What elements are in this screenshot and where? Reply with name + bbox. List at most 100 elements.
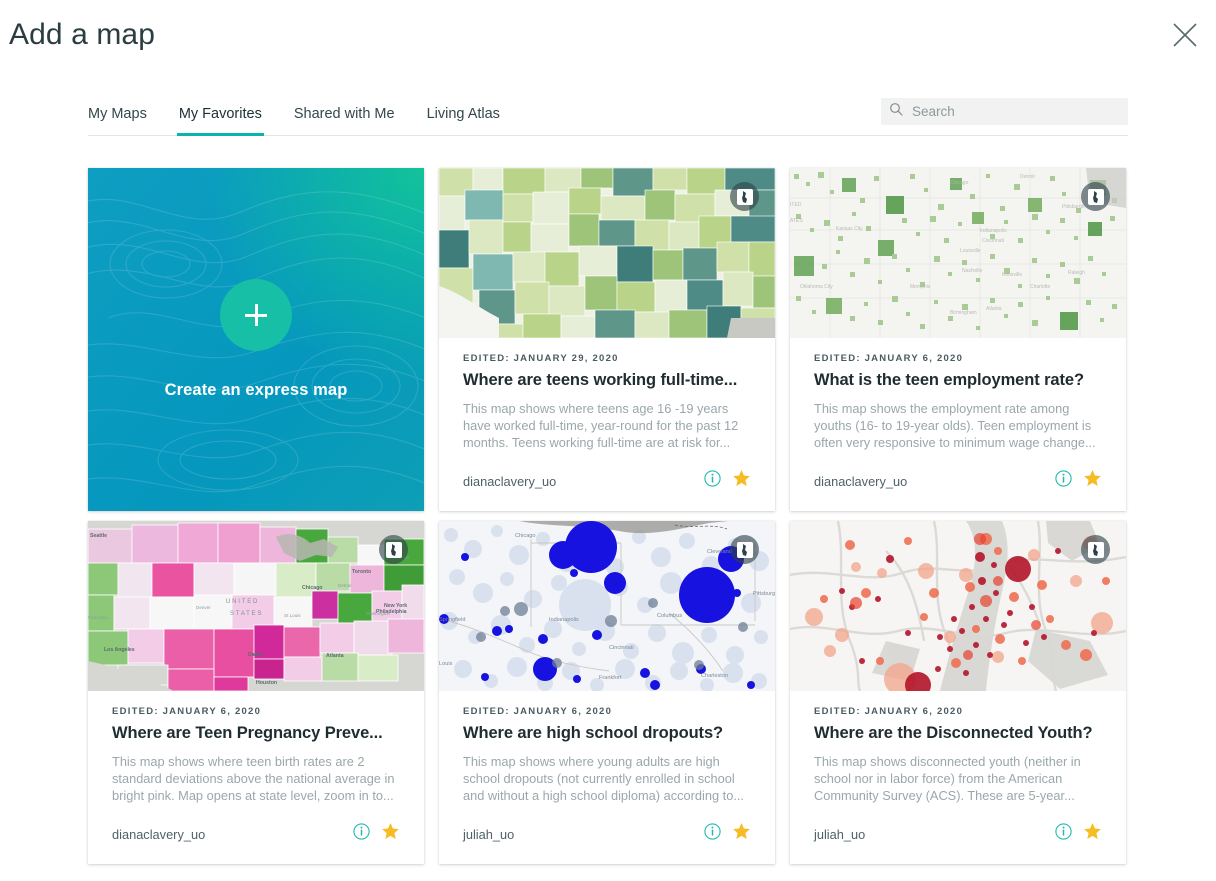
close-icon — [1168, 18, 1202, 52]
svg-text:Louisville: Louisville — [960, 248, 981, 254]
close-button[interactable] — [1168, 18, 1202, 52]
map-card[interactable]: Chicago Cleveland Indianapolis Columbus Ci… — [439, 521, 775, 864]
tab-living-atlas[interactable]: Living Atlas — [427, 106, 500, 135]
svg-text:Raleigh: Raleigh — [1068, 270, 1085, 276]
svg-text:Birmingham: Birmingham — [950, 310, 977, 316]
map-card-body: EDITED: JANUARY 6, 2020 Where are high s… — [439, 691, 775, 864]
svg-text:Denver: Denver — [196, 605, 211, 610]
map-card-grid: Create an express map EDITED: JANUARY 29… — [88, 168, 1126, 864]
card-footer: dianaclavery_uo — [814, 469, 1102, 511]
map-card[interactable]: EDITED: JANUARY 6, 2020 Where are the Di… — [790, 521, 1126, 864]
card-title: Where are the Disconnected Youth? — [814, 724, 1093, 742]
card-title: Where are Teen Pregnancy Preve... — [112, 724, 383, 742]
svg-text:Washington: Washington — [366, 611, 391, 616]
map-thumbnail[interactable] — [439, 168, 775, 338]
card-description: This map shows where teens age 16 -19 ye… — [463, 401, 739, 450]
info-icon[interactable] — [704, 823, 721, 845]
map-thumbnail[interactable]: Seattle Toronto Chicago New York Philade… — [88, 521, 424, 691]
svg-text:Cleveland: Cleveland — [707, 549, 732, 555]
thumbnail-map-blue-bubbles: Chicago Cleveland Indianapolis Columbus Ci… — [439, 521, 775, 691]
thumbnail-map-red-dots — [790, 521, 1126, 691]
card-owner: dianaclavery_uo — [112, 826, 206, 842]
card-title: What is the teen employment rate? — [814, 371, 1084, 389]
favorite-star-icon[interactable] — [732, 469, 751, 493]
card-edited-date: EDITED: JANUARY 6, 2020 — [814, 706, 964, 717]
create-express-map-card[interactable]: Create an express map — [88, 168, 424, 511]
card-edited-date: EDITED: JANUARY 6, 2020 — [112, 706, 262, 717]
plus-icon — [220, 279, 292, 351]
card-owner: dianaclavery_uo — [814, 473, 908, 489]
map-thumbnail[interactable]: Chicago Cleveland Indianapolis Columbus Ci… — [439, 521, 775, 691]
svg-text:Houston: Houston — [256, 680, 277, 686]
map-area-icon — [385, 541, 402, 558]
info-icon[interactable] — [1055, 470, 1072, 492]
info-icon[interactable] — [353, 823, 370, 845]
tab-shared-with-me[interactable]: Shared with Me — [294, 106, 395, 135]
map-card[interactable]: EDITED: JANUARY 29, 2020 Where are teens… — [439, 168, 775, 511]
map-type-badge — [1081, 535, 1110, 564]
svg-text:Knoxville: Knoxville — [1002, 272, 1022, 278]
map-type-badge — [730, 182, 759, 211]
svg-text:Indianapolis: Indianapolis — [549, 617, 579, 623]
thumbnail-map-green-choropleth — [439, 168, 775, 338]
svg-text:Toronto: Toronto — [352, 569, 371, 575]
map-area-icon — [736, 541, 753, 558]
favorite-star-icon[interactable] — [381, 822, 400, 846]
card-title: Where are high school dropouts? — [463, 724, 723, 742]
favorite-star-icon[interactable] — [1083, 822, 1102, 846]
map-thumbnail[interactable]: Chicago Detroit Pittsburgh Indianapolis Ci… — [790, 168, 1126, 338]
card-owner: dianaclavery_uo — [463, 473, 557, 489]
card-actions — [704, 469, 751, 493]
tab-my-favorites[interactable]: My Favorites — [176, 106, 264, 136]
map-area-icon — [736, 188, 753, 205]
svg-text:ITED: ITED — [790, 202, 802, 208]
card-footer: juliah_uo — [814, 822, 1102, 864]
svg-text:Los Angeles: Los Angeles — [104, 647, 135, 653]
svg-text:Pittsburgh: Pittsburgh — [753, 591, 775, 597]
card-actions — [353, 822, 400, 846]
svg-text:Columbus: Columbus — [657, 613, 682, 619]
map-type-badge — [379, 535, 408, 564]
favorite-star-icon[interactable] — [732, 822, 751, 846]
page-title: Add a map — [9, 18, 155, 51]
svg-text:Pittsburgh: Pittsburgh — [1062, 204, 1085, 210]
card-title: Where are teens working full-time... — [463, 371, 738, 389]
card-owner: juliah_uo — [814, 826, 866, 842]
card-owner: juliah_uo — [463, 826, 515, 842]
thumbnail-map-pink-states: Seattle Toronto Chicago New York Philade… — [88, 521, 424, 691]
tab-my-maps[interactable]: My Maps — [88, 106, 147, 135]
map-thumbnail[interactable] — [790, 521, 1126, 691]
svg-text:Charleston: Charleston — [701, 673, 728, 679]
card-edited-date: EDITED: JANUARY 6, 2020 — [463, 706, 613, 717]
thumbnail-map-green-dots: Chicago Detroit Pittsburgh Indianapolis Ci… — [790, 168, 1126, 338]
card-footer: dianaclavery_uo — [463, 469, 751, 511]
svg-text:Chicago: Chicago — [950, 180, 969, 186]
svg-text:Francisco: Francisco — [88, 615, 108, 620]
svg-text:Louis: Louis — [439, 661, 453, 667]
svg-text:Memphis: Memphis — [910, 284, 931, 290]
card-description: This map shows the employment rate among… — [814, 401, 1096, 450]
card-actions — [1055, 469, 1102, 493]
map-card[interactable]: Chicago Detroit Pittsburgh Indianapolis Ci… — [790, 168, 1126, 511]
svg-text:UNITED: UNITED — [226, 599, 259, 605]
dialog-header: Add a map — [0, 0, 1216, 88]
svg-text:Oklahoma City: Oklahoma City — [800, 284, 833, 290]
search-box[interactable] — [881, 98, 1128, 125]
card-actions — [1055, 822, 1102, 846]
search-input[interactable] — [910, 103, 1120, 120]
svg-text:Detroit: Detroit — [338, 583, 352, 588]
info-icon[interactable] — [704, 470, 721, 492]
svg-text:Frankfort: Frankfort — [599, 675, 622, 681]
svg-text:Indianapolis: Indianapolis — [980, 228, 1007, 234]
map-card-body: EDITED: JANUARY 6, 2020 Where are the Di… — [790, 691, 1126, 864]
map-area-icon — [1087, 188, 1104, 205]
map-card-body: EDITED: JANUARY 6, 2020 What is the teen… — [790, 338, 1126, 511]
search-icon — [889, 102, 910, 121]
info-icon[interactable] — [1055, 823, 1072, 845]
favorite-star-icon[interactable] — [1083, 469, 1102, 493]
svg-text:Springfield: Springfield — [439, 617, 465, 623]
svg-text:Charlotte: Charlotte — [1030, 284, 1051, 290]
svg-text:Nashville: Nashville — [962, 268, 983, 274]
card-description: This map shows where young adults are hi… — [463, 754, 744, 803]
map-card[interactable]: Seattle Toronto Chicago New York Philade… — [88, 521, 424, 864]
